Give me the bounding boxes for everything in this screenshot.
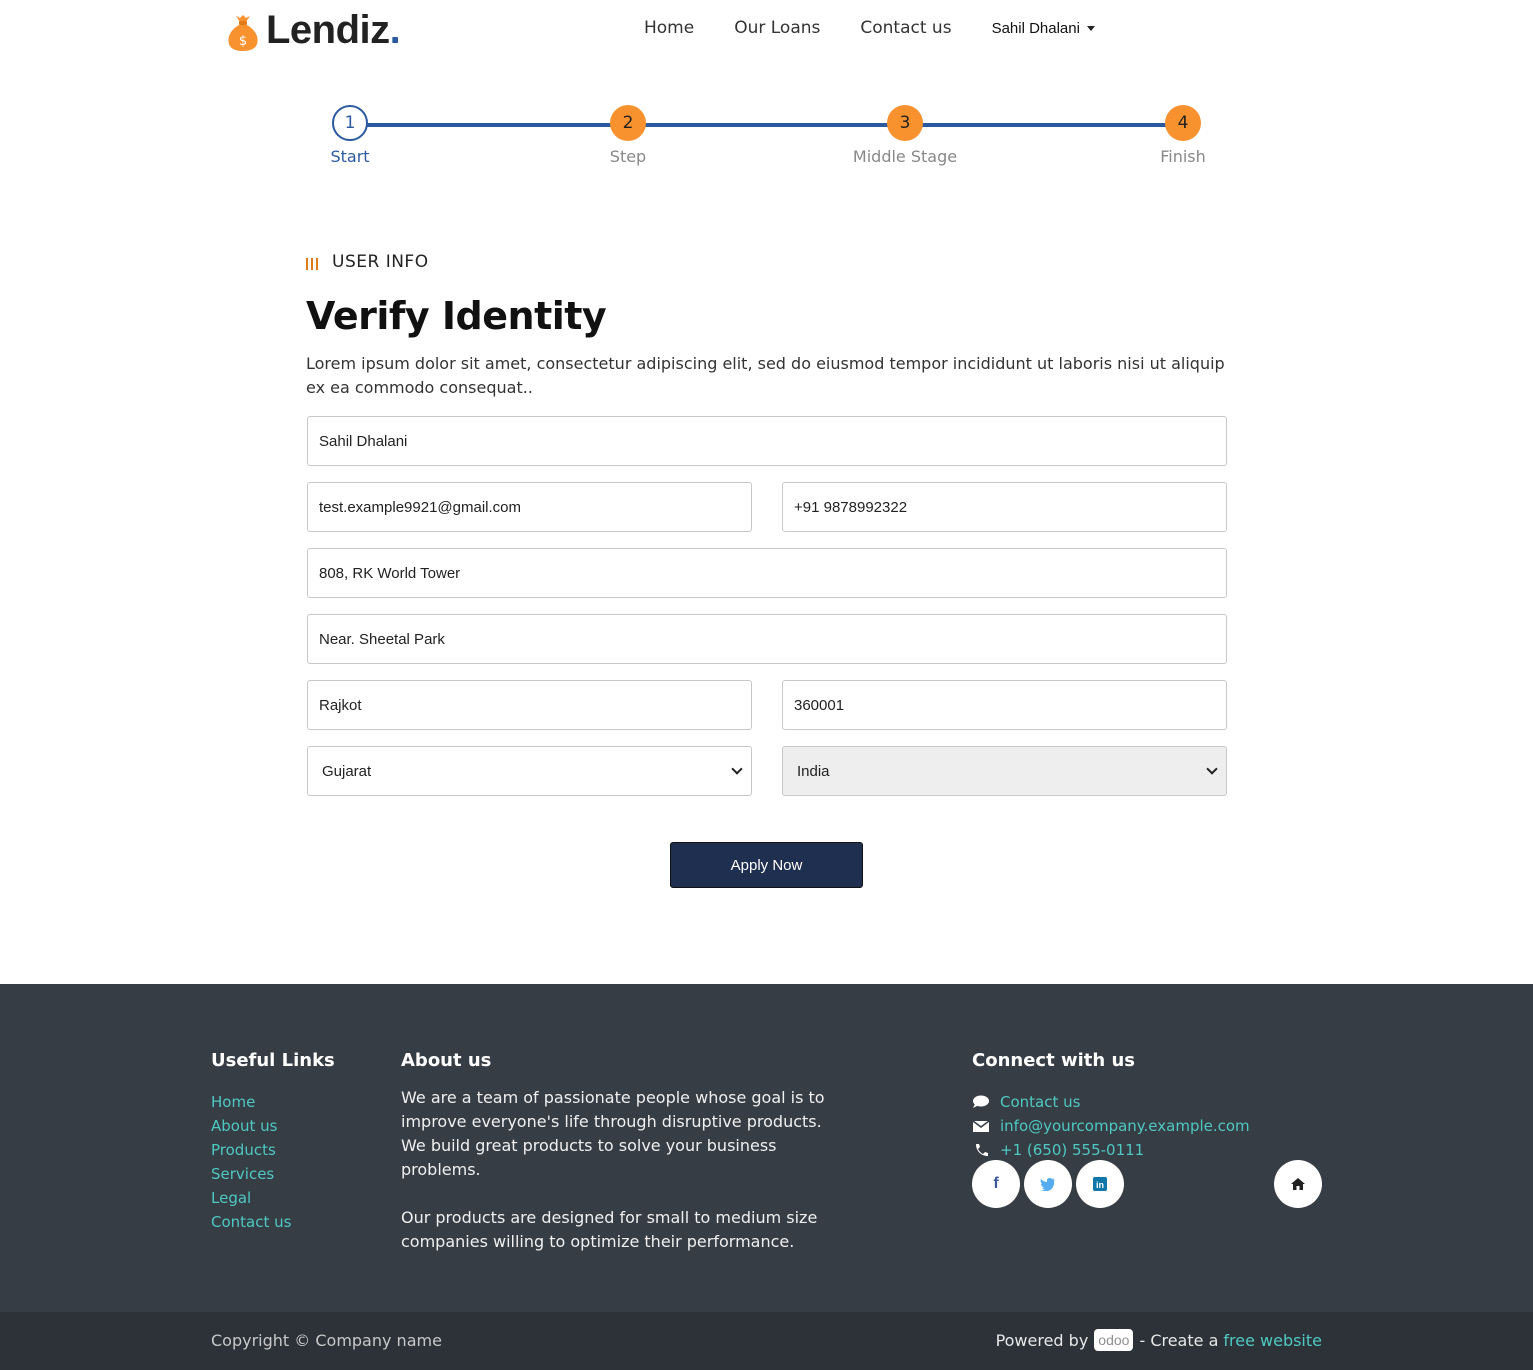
step-label: Start — [330, 147, 370, 166]
connect-phone[interactable]: +1 (650) 555-0111 — [972, 1138, 1250, 1162]
step-finish: 4 Finish — [1123, 105, 1243, 166]
zip-field[interactable]: 360001 — [782, 680, 1227, 730]
footer-link-services[interactable]: Services — [211, 1162, 291, 1186]
create-text: - Create a — [1139, 1330, 1219, 1350]
phone-value: +91 9878992322 — [794, 498, 908, 516]
address2-value: Near. Sheetal Park — [319, 630, 445, 648]
money-bag-icon: $ — [228, 14, 258, 51]
connect-contact[interactable]: Contact us — [972, 1090, 1250, 1114]
name-field[interactable]: Sahil Dhalani — [307, 416, 1227, 466]
brand-name: Lendiz. — [266, 8, 401, 52]
stepper-line — [350, 123, 1182, 127]
page-title: Verify Identity — [306, 294, 607, 338]
country-value: India — [797, 762, 830, 780]
city-value: Rajkot — [319, 696, 362, 714]
section-tag: USER INFO — [306, 252, 429, 272]
step-label: Middle Stage — [852, 147, 958, 166]
footer-link-contact[interactable]: Contact us — [211, 1210, 291, 1234]
free-website-link[interactable]: free website — [1223, 1331, 1322, 1350]
progress-stepper: 1 Start 2 Step 3 Middle Stage 4 Finish — [306, 105, 1226, 175]
state-select[interactable]: Gujarat — [307, 746, 752, 796]
chat-icon — [973, 1095, 989, 1108]
connect-phone-label: +1 (650) 555-0111 — [1000, 1141, 1145, 1159]
about-text: We are a team of passionate people whose… — [401, 1086, 831, 1254]
main-nav: Home Our Loans Contact us Sahil Dhalani — [644, 18, 1095, 38]
email-value: test.example9921@gmail.com — [319, 498, 521, 516]
phone-icon — [976, 1144, 988, 1156]
connect-title: Connect with us — [972, 1050, 1135, 1071]
step-number: 4 — [1165, 105, 1201, 141]
step-number: 3 — [887, 105, 923, 141]
site-header: $ Lendiz. Home Our Loans Contact us Sahi… — [0, 0, 1533, 64]
odoo-logo[interactable]: odoo — [1094, 1329, 1134, 1351]
intro-text: Lorem ipsum dolor sit amet, consectetur … — [306, 354, 1225, 397]
about-paragraph-2: Our products are designed for small to m… — [401, 1208, 818, 1251]
copyright-bar: Copyright © Company name Powered by odoo… — [0, 1312, 1533, 1370]
home-icon[interactable] — [1274, 1160, 1322, 1208]
city-field[interactable]: Rajkot — [307, 680, 752, 730]
chevron-down-icon — [1206, 763, 1218, 775]
footer-link-legal[interactable]: Legal — [211, 1186, 291, 1210]
facebook-icon[interactable]: f — [972, 1160, 1020, 1208]
nav-contact-us[interactable]: Contact us — [860, 18, 951, 38]
apply-now-button[interactable]: Apply Now — [670, 842, 863, 888]
connect-email-label: info@yourcompany.example.com — [1000, 1117, 1250, 1135]
step-middle-stage: 3 Middle Stage — [845, 105, 965, 166]
nav-our-loans[interactable]: Our Loans — [734, 18, 820, 38]
zip-value: 360001 — [794, 696, 845, 714]
state-value: Gujarat — [322, 762, 372, 780]
social-links: f in — [972, 1160, 1124, 1208]
connect-email[interactable]: info@yourcompany.example.com — [972, 1114, 1250, 1138]
footer-link-about[interactable]: About us — [211, 1114, 291, 1138]
about-paragraph-1: We are a team of passionate people whose… — [401, 1088, 825, 1179]
step-label: Finish — [1160, 147, 1206, 166]
step-number: 2 — [610, 105, 646, 141]
email-field[interactable]: test.example9921@gmail.com — [307, 482, 752, 532]
step-step: 2 Step — [568, 105, 688, 166]
address-line2-field[interactable]: Near. Sheetal Park — [307, 614, 1227, 664]
svg-text:$: $ — [239, 34, 247, 49]
chevron-down-icon — [731, 763, 743, 775]
caret-down-icon — [1086, 25, 1095, 31]
country-select[interactable]: India — [782, 746, 1227, 796]
name-value: Sahil Dhalani — [319, 432, 408, 450]
phone-field[interactable]: +91 9878992322 — [782, 482, 1227, 532]
copyright-text: Copyright © Company name — [211, 1331, 442, 1350]
brand-logo[interactable]: $ Lendiz. — [226, 8, 401, 53]
step-start: 1 Start — [290, 105, 410, 166]
footer-link-home[interactable]: Home — [211, 1090, 291, 1114]
user-menu[interactable]: Sahil Dhalani — [992, 20, 1095, 37]
user-name: Sahil Dhalani — [991, 19, 1080, 37]
svg-text:in: in — [1096, 1180, 1104, 1190]
footer-link-products[interactable]: Products — [211, 1138, 291, 1162]
site-footer: Useful Links Home About us Products Serv… — [0, 984, 1533, 1312]
address1-value: 808, RK World Tower — [319, 564, 461, 582]
powered-by: Powered by odoo - Create a free website — [996, 1329, 1322, 1351]
connect-list: Contact us info@yourcompany.example.com … — [972, 1090, 1250, 1162]
nav-home[interactable]: Home — [644, 18, 694, 38]
linkedin-icon[interactable]: in — [1076, 1160, 1124, 1208]
bars-icon — [306, 258, 318, 270]
section-tag-label: USER INFO — [332, 252, 429, 272]
powered-by-label: Powered by — [995, 1330, 1089, 1350]
useful-links-title: Useful Links — [211, 1050, 335, 1071]
connect-contact-label: Contact us — [1000, 1093, 1081, 1111]
address-line1-field[interactable]: 808, RK World Tower — [307, 548, 1227, 598]
useful-links-list: Home About us Products Services Legal Co… — [211, 1090, 291, 1234]
envelope-icon — [972, 1120, 990, 1132]
about-title: About us — [401, 1050, 492, 1071]
step-label: Step — [609, 147, 647, 166]
step-number: 1 — [332, 105, 368, 141]
twitter-icon[interactable] — [1024, 1160, 1072, 1208]
